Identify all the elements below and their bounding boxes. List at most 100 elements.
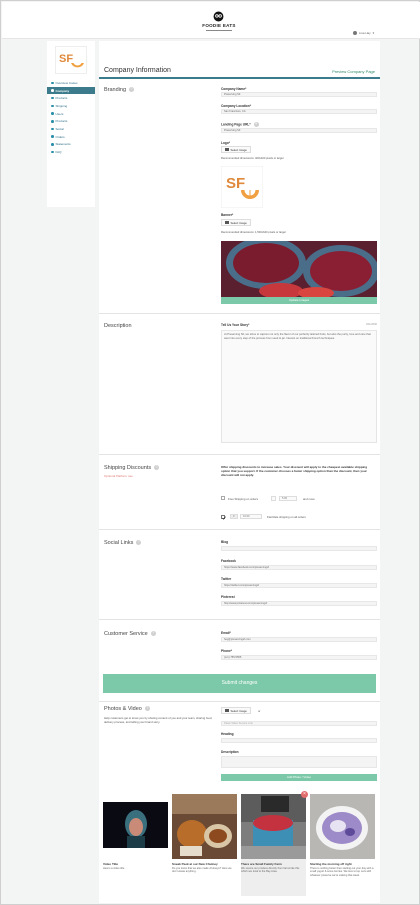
help-icon[interactable]: ? [253, 122, 259, 127]
email-label: Email* [221, 631, 231, 635]
help-icon[interactable]: ? [154, 465, 160, 471]
phone-label: Phone* [221, 649, 232, 653]
sidebar-item-label: Products [55, 119, 68, 124]
landing-page-input[interactable]: Preserving SF [221, 128, 377, 133]
pinterest-input[interactable]: http://www.pinterest.com/preservingsf [221, 601, 377, 606]
preview-company-page-link[interactable]: Preview Company Page [332, 69, 375, 74]
heading-input[interactable] [221, 738, 377, 743]
sidebar-item-label: Shipping [55, 103, 68, 108]
heading-label: Heading [221, 732, 234, 736]
pinterest-label: Pinterest [221, 595, 235, 599]
flat-rate-count-input[interactable]: 3 [230, 514, 238, 519]
add-photo-video-button[interactable]: Add Photo / Video [221, 774, 377, 781]
logo-preview-text: SF [226, 175, 245, 192]
banner-select-image-button[interactable]: Select Image [221, 219, 251, 226]
sidebar-item-shipping[interactable]: Shipping [47, 102, 95, 110]
logo-label: Logo* [221, 141, 231, 145]
photos-video-section-title: Photos & Video? [104, 706, 150, 712]
logo-select-image-button[interactable]: Select Image [221, 146, 251, 153]
nav-dot-icon [51, 89, 54, 92]
sidebar-item-orders[interactable]: Orders [47, 133, 95, 141]
company-location-label: Company Location* [221, 104, 251, 108]
nav-dot-icon [51, 96, 54, 100]
sidebar-item-company[interactable]: Company [47, 86, 95, 95]
story-textarea[interactable]: At Preserving SF, we strive to capture n… [221, 330, 377, 443]
video-thumbnail [103, 794, 168, 859]
section-divider [99, 313, 380, 314]
submit-changes-button[interactable]: Submit changes [103, 674, 376, 693]
sidebar-item-overview-codes[interactable]: Overview Codes [47, 79, 95, 87]
sidebar-item-users[interactable]: Users [47, 110, 95, 118]
help-icon[interactable]: ? [136, 540, 142, 546]
section-divider [99, 701, 380, 702]
sidebar-item-statements[interactable]: Statements [47, 141, 95, 149]
customer-service-section-title: Customer Service? [104, 631, 156, 637]
flat-rate-amount-input[interactable]: 10.00 [240, 514, 262, 519]
chutney-photo [172, 794, 237, 859]
chevron-down-icon: ▾ [372, 31, 375, 35]
user-name: Lisa Hay [359, 31, 371, 35]
sidebar-item-label: Products [55, 96, 68, 101]
media-gallery: Video Title Here's a video title Sneak P… [103, 791, 376, 896]
section-divider [99, 529, 380, 530]
flat-rate-checkbox[interactable] [221, 515, 226, 520]
image-icon [225, 221, 229, 224]
button-label: Select Image [230, 220, 247, 225]
brand-name: FOODIE EATS [202, 23, 236, 28]
sidebar-item-label: Orders [55, 134, 65, 139]
help-icon[interactable]: ? [150, 631, 156, 637]
blog-input[interactable] [221, 546, 377, 551]
free-shipping-amount-input[interactable]: 5.00 [279, 496, 297, 501]
media-card-description: We source our produce directly from farm… [241, 867, 300, 874]
sidebar-item-social[interactable]: Social [47, 125, 95, 133]
media-card-title: Video Title [103, 862, 119, 866]
nav-dot-icon [51, 112, 54, 115]
yogurt-berries-photo [310, 794, 375, 859]
branding-section-title: Branding? [104, 87, 135, 93]
sidebar-nav: Overview Codes Company Products Shipping… [47, 79, 95, 156]
banner-preview-image [221, 241, 377, 297]
twitter-input[interactable]: https://twitter.com/preservingsf [221, 583, 377, 588]
service-title-text: Customer Service [104, 631, 148, 637]
image-icon [225, 148, 229, 151]
help-icon[interactable]: ? [144, 706, 150, 712]
user-menu[interactable]: Lisa Hay ▾ [353, 31, 374, 35]
sidebar-item-label: Statements [55, 142, 71, 147]
free-shipping-checkbox[interactable] [221, 496, 225, 500]
shipping-section-title: Shipping Discounts? [104, 465, 160, 471]
description-label: Description [221, 750, 239, 754]
media-card-title: Sneak Peek at our New Chutney [172, 862, 218, 866]
shipping-explanation: Offer shipping discounts to increase sal… [221, 465, 368, 477]
email-input[interactable]: hey@preservingsf.com [221, 637, 377, 642]
pretzel-logo-icon [213, 11, 224, 22]
phone-input[interactable]: (xxx) 755-5555 [221, 655, 377, 660]
sidebar-item-products[interactable]: Products [47, 94, 95, 102]
photo-select-image-button[interactable]: Select Image [221, 707, 251, 714]
story-label: Tell Us Your Story* [221, 323, 250, 327]
company-logo-tile: SF [55, 46, 87, 74]
facebook-input[interactable]: https://www.facebook.com/preservingsf [221, 565, 377, 570]
update-images-button[interactable]: Update Images [221, 297, 377, 304]
media-card[interactable]: Sneak Peek at our New Chutney Do you kno… [172, 794, 237, 896]
media-card-title: There are Small Family Farm [241, 862, 282, 866]
remove-media-close-icon[interactable]: × [301, 791, 308, 798]
sidebar-item-label: Company [55, 88, 70, 93]
sidebar-item-label: Users [55, 111, 64, 116]
media-card[interactable]: Starting the morning off right There is … [310, 794, 375, 896]
photo-description-input[interactable] [221, 756, 377, 768]
company-name-input[interactable]: Preserving SF [221, 92, 377, 97]
media-card-selected[interactable]: × There are Small Family Farm We source … [241, 791, 308, 896]
help-icon[interactable]: ? [129, 87, 135, 93]
media-card-title: Starting the morning off right [310, 862, 352, 866]
sidebar-item-products-2[interactable]: Products [47, 117, 95, 125]
banner-label: Banner* [221, 213, 234, 217]
page-frame: FOODIE EATS Lisa Hay ▾ SF Overview Codes… [0, 0, 420, 905]
media-card[interactable]: Video Title Here's a video title [103, 794, 168, 896]
nav-dot-icon [51, 104, 54, 108]
currency-select[interactable] [271, 496, 276, 501]
company-location-input[interactable]: San Francisco, CA [221, 109, 377, 114]
media-card-description: Do you know that we also make chutneys? … [172, 867, 232, 874]
sidebar: SF Overview Codes Company Products Shipp… [47, 41, 95, 207]
video-link-input[interactable]: Paste Video Service Link [221, 721, 377, 726]
sidebar-item-faq[interactable]: FAQ [47, 148, 95, 156]
